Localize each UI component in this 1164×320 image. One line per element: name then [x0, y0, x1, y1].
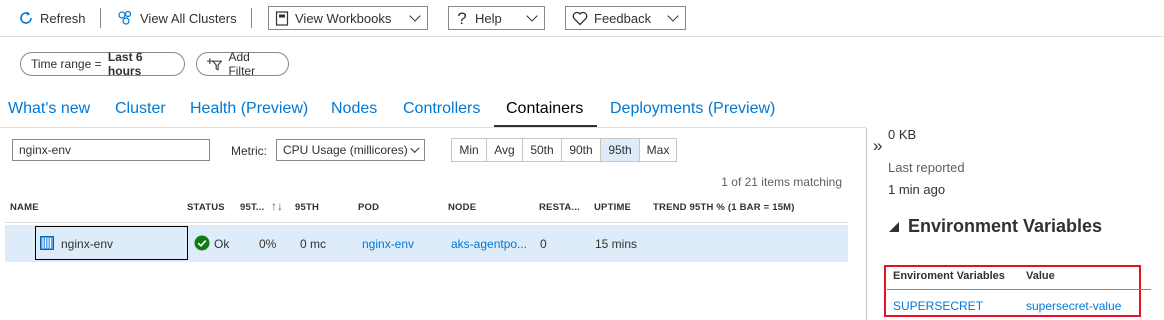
container-name: nginx-env — [61, 237, 114, 251]
view-workbooks-label: View Workbooks — [295, 10, 392, 26]
add-filter-icon — [207, 58, 223, 71]
time-range-pill[interactable]: Time range = Last 6 hours — [20, 50, 185, 78]
env-header-divider — [887, 289, 1151, 290]
percentile-max[interactable]: Max — [639, 138, 677, 162]
collapse-triangle-icon[interactable] — [889, 222, 899, 232]
percentile-avg[interactable]: Avg — [486, 138, 523, 162]
tab-cluster[interactable]: Cluster — [115, 100, 166, 118]
feedback-label: Feedback — [594, 10, 652, 26]
last-reported-value: 1 min ago — [888, 182, 946, 197]
metric-label: Metric: — [231, 144, 267, 158]
help-icon: ? — [457, 8, 467, 28]
env-section-title[interactable]: Environment Variables — [908, 216, 1102, 237]
toolbar-bottom-divider — [0, 36, 1164, 37]
table-header-divider — [5, 222, 848, 223]
percentile-95th[interactable]: 95th — [600, 138, 640, 162]
tab-whats-new[interactable]: What's new — [8, 100, 90, 118]
percentile-90th[interactable]: 90th — [561, 138, 601, 162]
col-header-95th[interactable]: 95TH — [295, 202, 319, 213]
percentile-min[interactable]: Min — [451, 138, 487, 162]
p95-pct-value: 0% — [259, 237, 277, 251]
chevron-down-icon — [526, 10, 538, 22]
help-dropdown[interactable]: ? Help — [448, 6, 545, 30]
add-filter-button[interactable]: Add Filter — [196, 50, 289, 78]
status-ok-icon — [194, 235, 210, 251]
panel-splitter[interactable] — [866, 128, 867, 320]
heart-icon — [572, 11, 588, 25]
matching-count: 1 of 21 items matching — [721, 175, 842, 189]
clusters-icon — [118, 10, 132, 25]
col-header-uptime[interactable]: UPTIME — [594, 202, 631, 213]
col-header-restarts[interactable]: RESTA... — [539, 202, 580, 213]
tab-controllers[interactable]: Controllers — [403, 100, 480, 118]
env-var-name[interactable]: SUPERSECRET — [893, 299, 983, 313]
container-icon — [40, 236, 54, 250]
tab-deployments[interactable]: Deployments (Preview) — [610, 100, 775, 118]
view-all-clusters-label: View All Clusters — [140, 10, 237, 26]
col-header-status[interactable]: STATUS — [187, 202, 225, 213]
time-range-prefix: Time range = — [31, 57, 105, 71]
col-header-name[interactable]: NAME — [10, 202, 39, 213]
size-value: 0 KB — [888, 127, 917, 142]
node-link[interactable]: aks-agentpo... — [451, 237, 527, 251]
chevron-down-icon — [410, 143, 420, 153]
status-value: Ok — [214, 237, 230, 251]
chevron-down-icon — [667, 10, 679, 22]
time-range-value: Last 6 hours — [107, 50, 143, 78]
tabs-bottom-divider — [0, 127, 866, 128]
tab-containers[interactable]: Containers — [506, 100, 583, 118]
metric-dropdown[interactable]: CPU Usage (millicores) — [276, 139, 425, 161]
pod-link[interactable]: nginx-env — [362, 237, 414, 251]
collapse-panel-icon[interactable]: » — [873, 136, 882, 156]
toolbar-divider — [100, 8, 101, 28]
refresh-button[interactable]: Refresh — [18, 4, 86, 32]
help-label: Help — [475, 10, 502, 26]
col-header-node[interactable]: NODE — [448, 202, 476, 213]
refresh-label: Refresh — [40, 10, 86, 26]
refresh-icon — [20, 11, 32, 24]
sort-icon[interactable]: ↑↓ — [271, 199, 283, 213]
chevron-down-icon — [409, 10, 421, 22]
metric-selected: CPU Usage (millicores) — [283, 143, 408, 157]
search-value: nginx-env — [19, 143, 72, 157]
toolbar-divider — [251, 8, 252, 28]
feedback-dropdown[interactable]: Feedback — [565, 6, 686, 30]
p95-value: 0 mc — [300, 237, 327, 251]
tab-health[interactable]: Health (Preview) — [190, 100, 308, 118]
env-col-header-value[interactable]: Value — [1026, 270, 1055, 282]
view-all-clusters-button[interactable]: View All Clusters — [117, 4, 237, 32]
search-input[interactable]: nginx-env — [12, 139, 210, 161]
uptime-value: 15 mins — [595, 237, 638, 251]
col-header-pod[interactable]: POD — [358, 202, 379, 213]
last-reported-label: Last reported — [888, 160, 965, 175]
percentile-50th[interactable]: 50th — [522, 138, 562, 162]
col-header-95th-pct[interactable]: 95T... — [240, 202, 264, 213]
restarts-value: 0 — [540, 237, 547, 251]
col-header-trend[interactable]: TREND 95TH % (1 BAR = 15M) — [653, 202, 795, 213]
tab-nodes[interactable]: Nodes — [331, 100, 377, 118]
workbook-icon — [275, 10, 289, 26]
add-filter-label: Add Filter — [228, 50, 256, 78]
env-var-value[interactable]: supersecret-value — [1026, 299, 1121, 313]
view-workbooks-dropdown[interactable]: View Workbooks — [268, 6, 428, 30]
env-col-header-name[interactable]: Enviroment Variables — [893, 270, 1005, 282]
